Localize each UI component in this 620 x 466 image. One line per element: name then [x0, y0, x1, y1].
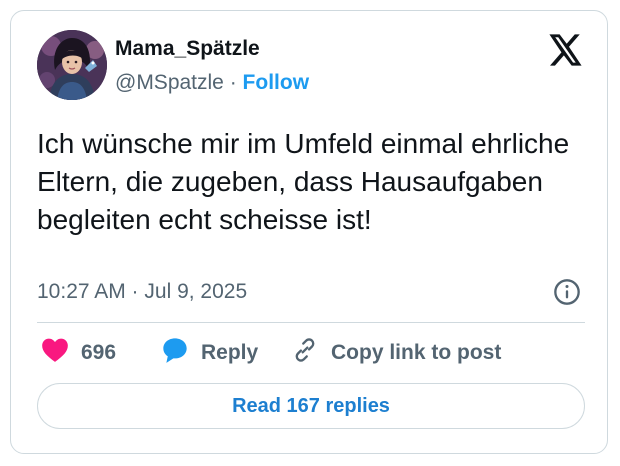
author-handle[interactable]: @MSpatzle	[115, 71, 224, 94]
avatar-illustration	[37, 30, 107, 100]
heart-icon	[41, 337, 69, 369]
speech-bubble-icon	[161, 336, 189, 370]
avatar[interactable]	[37, 30, 107, 100]
like-count: 696	[81, 341, 117, 364]
tweet-text: Ich wünsche mir im Umfeld einmal ehrlich…	[37, 128, 570, 235]
tweet-timestamp[interactable]: 10:27 AM · Jul 9, 2025	[37, 280, 247, 304]
copy-link-button[interactable]: Copy link to post	[291, 336, 502, 370]
copy-link-label: Copy link to post	[331, 341, 502, 364]
follow-button[interactable]: Follow	[243, 71, 310, 94]
x-logo-icon[interactable]	[549, 34, 583, 66]
reply-label: Reply	[201, 341, 259, 364]
tweet-card: Mama_Spätzle @MSpatzle · Follow Ich wüns…	[10, 10, 608, 454]
reply-button[interactable]: Reply	[161, 336, 259, 370]
divider	[37, 322, 585, 323]
like-button[interactable]: 696	[41, 337, 117, 369]
author-display-name[interactable]: Mama_Spätzle	[115, 37, 260, 61]
info-icon[interactable]	[553, 278, 581, 306]
link-icon	[291, 336, 319, 370]
author-handle-row: @MSpatzle · Follow	[115, 71, 309, 95]
read-replies-button[interactable]: Read 167 replies	[37, 383, 585, 429]
separator-dot: ·	[229, 71, 237, 94]
